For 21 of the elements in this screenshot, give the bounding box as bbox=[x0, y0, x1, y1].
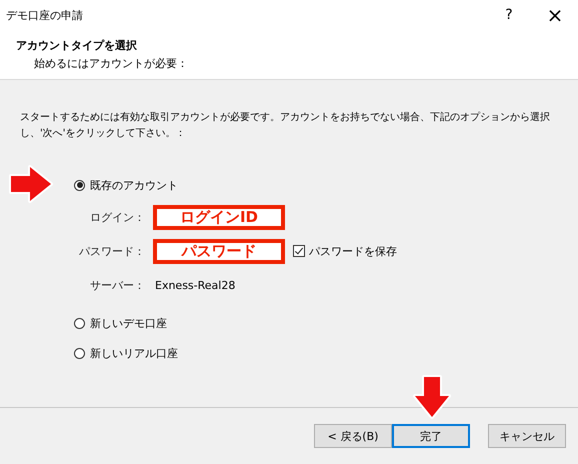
dialog-button[interactable]: < 戻る(B) bbox=[314, 424, 392, 448]
dialog-button[interactable]: キャンセル bbox=[488, 424, 566, 448]
close-button[interactable]: × bbox=[532, 0, 578, 30]
header-title: アカウントタイプを選択 bbox=[16, 38, 138, 53]
intro-text: スタートするためには有効な取引アカウントが必要です。アカウントをお持ちでない場合、下記のオプションから選択し、'次へ'をクリックして下さい。： bbox=[20, 110, 551, 141]
radio-option[interactable]: 既存のアカウント bbox=[74, 178, 178, 192]
window-title: デモ口座の申請 bbox=[6, 8, 84, 22]
arrow-icon bbox=[8, 164, 54, 204]
header-subtitle: 始めるにはアカウントが必要： bbox=[34, 56, 189, 71]
arrow-icon bbox=[412, 374, 452, 420]
help-button[interactable]: ? bbox=[486, 0, 532, 30]
password-field[interactable]: パスワード bbox=[153, 238, 285, 264]
save-password-checkbox[interactable]: パスワードを保存 bbox=[293, 244, 397, 258]
server-value: Exness-Real28 bbox=[155, 278, 236, 292]
field-label: パスワード： bbox=[78, 244, 145, 258]
field-label: ログイン： bbox=[89, 210, 145, 224]
field-label: サーバー： bbox=[89, 278, 145, 292]
dialog-button[interactable]: 完了 bbox=[392, 424, 470, 448]
login-field[interactable]: ログインID bbox=[153, 204, 285, 230]
radio-option[interactable]: 新しいデモ口座 bbox=[74, 316, 167, 330]
radio-option[interactable]: 新しいリアル口座 bbox=[74, 346, 178, 360]
